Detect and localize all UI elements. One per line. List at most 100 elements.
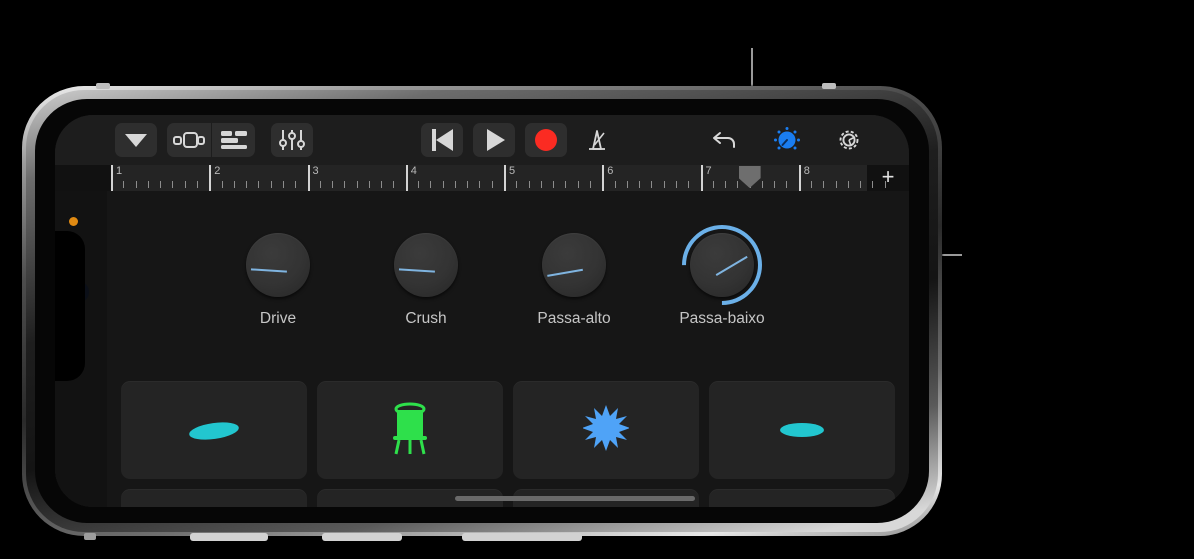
ruler-tick bbox=[123, 181, 125, 188]
ruler-tick bbox=[160, 181, 162, 188]
chevron-down-icon bbox=[125, 133, 147, 147]
tracks-view-icon bbox=[220, 131, 247, 149]
ruler-tick bbox=[418, 181, 420, 188]
ruler-tick bbox=[725, 181, 727, 188]
pad-grid-scrollbar[interactable] bbox=[455, 496, 695, 501]
play-button[interactable] bbox=[473, 123, 515, 157]
ruler-tick bbox=[516, 181, 518, 188]
phone-frame-inner: 12345678 + Drive Crush Passa-alto Passa-… bbox=[26, 90, 938, 532]
mixer-button[interactable] bbox=[271, 123, 313, 157]
timeline-ruler[interactable]: 1 2 3 4 5 6 7 8 + bbox=[55, 165, 909, 191]
ruler-tick bbox=[786, 181, 788, 188]
view-segmented-control bbox=[167, 123, 255, 157]
knob-needle bbox=[250, 268, 287, 273]
crush-knob[interactable]: Crush bbox=[383, 233, 469, 328]
starburst-icon bbox=[582, 404, 630, 456]
knob-label: Passa-baixo bbox=[679, 310, 765, 327]
device-button-top-right bbox=[822, 83, 836, 89]
pad-tom-drum[interactable] bbox=[317, 381, 503, 479]
mixer-faders-icon bbox=[279, 130, 305, 150]
knob-dial[interactable] bbox=[394, 233, 458, 297]
ruler-tick bbox=[589, 181, 591, 188]
ruler-tick bbox=[479, 181, 481, 188]
pad-gong[interactable] bbox=[121, 489, 307, 507]
ruler-tick bbox=[184, 181, 186, 188]
knob-label: Drive bbox=[259, 310, 297, 327]
pad-hihat-open[interactable] bbox=[121, 381, 307, 479]
ruler-tick bbox=[811, 181, 813, 188]
workspace: Drive Crush Passa-alto Passa-baixo bbox=[55, 191, 909, 507]
device-power-button bbox=[84, 533, 96, 540]
transport-controls bbox=[421, 123, 617, 157]
app-toolbar bbox=[55, 115, 909, 165]
ruler-tick bbox=[540, 181, 542, 188]
ruler-tick bbox=[663, 181, 665, 188]
ruler-bar-2: 2 bbox=[209, 165, 220, 191]
passa-baixo-knob[interactable]: Passa-baixo bbox=[665, 208, 779, 328]
toolbar-left-group bbox=[115, 123, 313, 157]
fx-controls-button[interactable] bbox=[767, 123, 807, 157]
ruler-tick bbox=[712, 181, 714, 188]
ruler-tick bbox=[430, 181, 432, 188]
drive-knob[interactable]: Drive bbox=[235, 233, 321, 328]
cymbal-flat-icon bbox=[778, 417, 826, 444]
ruler-tick bbox=[639, 181, 641, 188]
record-enable-dot bbox=[69, 217, 78, 226]
ruler-tick bbox=[172, 181, 174, 188]
play-icon bbox=[486, 129, 505, 151]
ruler-tick bbox=[381, 181, 383, 188]
ruler-tick bbox=[147, 181, 149, 188]
ruler-bar-7: 7 bbox=[700, 165, 712, 191]
rewind-button[interactable] bbox=[421, 123, 463, 157]
ruler-bar-3: 3 bbox=[307, 165, 319, 191]
ruler-tick bbox=[872, 181, 874, 188]
ruler-tick bbox=[282, 181, 284, 188]
device-volume-up bbox=[190, 533, 268, 541]
playhead-marker[interactable] bbox=[738, 166, 761, 188]
navigation-button[interactable] bbox=[115, 123, 157, 157]
drum-pad-grid bbox=[107, 381, 909, 507]
pad-clap-burst[interactable] bbox=[513, 381, 699, 479]
knob-needle bbox=[398, 268, 435, 273]
ruler-tick bbox=[196, 181, 198, 188]
cymbal-icon bbox=[187, 411, 241, 450]
knob-dial[interactable] bbox=[246, 233, 310, 297]
ruler-tick bbox=[626, 181, 628, 188]
add-track-button[interactable]: + bbox=[875, 166, 901, 189]
knob-dial[interactable] bbox=[542, 233, 606, 297]
record-button[interactable] bbox=[525, 123, 567, 157]
fx-knob-icon bbox=[774, 127, 800, 150]
ruler-tick bbox=[847, 181, 849, 188]
ruler-bar-8: 8 bbox=[798, 165, 810, 191]
tracks-view-button[interactable] bbox=[211, 123, 255, 157]
ruler-tick bbox=[491, 181, 493, 188]
ruler-track[interactable]: 1 2 3 4 5 6 7 8 bbox=[111, 165, 886, 191]
knob-label: Crush bbox=[405, 310, 447, 327]
knob-dial[interactable] bbox=[665, 208, 779, 322]
ruler-tick bbox=[246, 181, 248, 188]
ruler-tick bbox=[135, 181, 137, 188]
instrument-view-button[interactable] bbox=[167, 123, 211, 157]
ruler-tick bbox=[553, 181, 555, 188]
ruler-bar-1: 1 bbox=[111, 165, 122, 191]
ruler-tick bbox=[368, 181, 370, 188]
ruler-tick bbox=[221, 181, 223, 188]
metronome-button[interactable] bbox=[577, 123, 617, 157]
ruler-tick bbox=[467, 181, 469, 188]
device-side-button bbox=[462, 533, 582, 541]
ruler-tick bbox=[258, 181, 260, 188]
undo-button[interactable] bbox=[705, 123, 745, 157]
device-button-top-left bbox=[96, 83, 110, 89]
ruler-tick bbox=[233, 181, 235, 188]
undo-icon bbox=[713, 132, 735, 148]
settings-button[interactable] bbox=[829, 123, 869, 157]
knob-needle bbox=[547, 268, 583, 277]
ruler-tick bbox=[454, 181, 456, 188]
ruler-tick bbox=[614, 181, 616, 188]
passa-alto-knob[interactable]: Passa-alto bbox=[531, 233, 617, 328]
drum-icon bbox=[388, 400, 432, 461]
pad-hihat-closed[interactable] bbox=[709, 381, 895, 479]
device-notch bbox=[55, 231, 85, 381]
pad-cymbal-2[interactable] bbox=[709, 489, 895, 507]
ruler-tick bbox=[835, 181, 837, 188]
